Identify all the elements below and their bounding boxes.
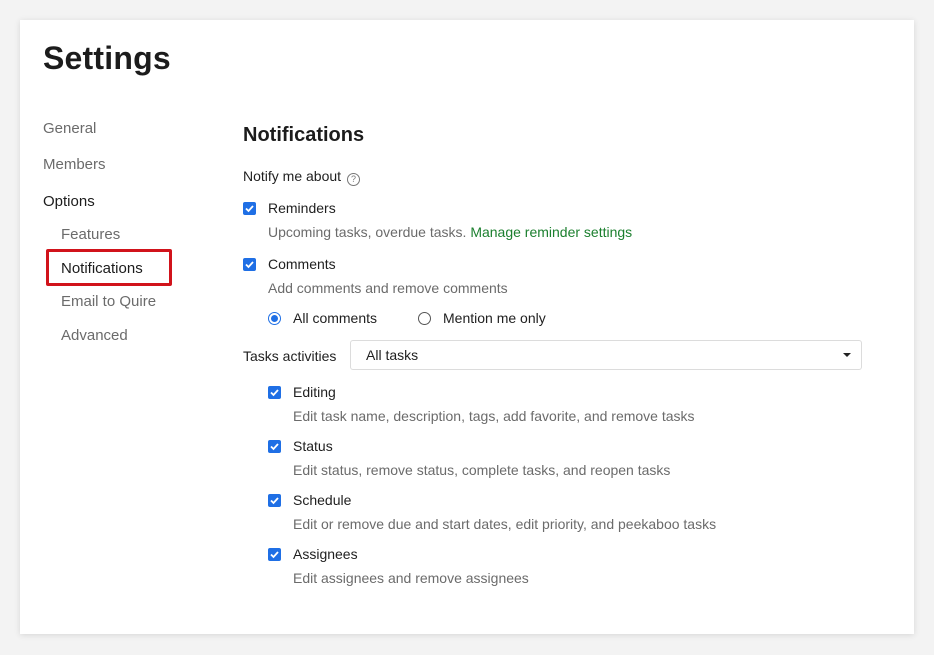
status-label[interactable]: Status xyxy=(293,438,333,454)
sidebar-item-notifications[interactable]: Notifications xyxy=(61,260,143,277)
schedule-label[interactable]: Schedule xyxy=(293,492,351,508)
settings-panel: Settings General Members Options Feature… xyxy=(20,20,914,634)
sidebar-item-email-to-quire[interactable]: Email to Quire xyxy=(61,293,156,310)
caret-down-icon xyxy=(843,353,851,357)
comments-checkbox[interactable] xyxy=(243,258,256,271)
sidebar-item-advanced[interactable]: Advanced xyxy=(61,327,128,344)
reminders-desc: Upcoming tasks, overdue tasks. Manage re… xyxy=(268,224,632,240)
checkmark-icon xyxy=(270,497,279,505)
comments-desc: Add comments and remove comments xyxy=(268,280,508,296)
reminders-checkbox[interactable] xyxy=(243,202,256,215)
status-desc: Edit status, remove status, complete tas… xyxy=(293,462,671,478)
editing-checkbox[interactable] xyxy=(268,386,281,399)
sidebar-item-features[interactable]: Features xyxy=(61,226,120,243)
checkmark-icon xyxy=(270,551,279,559)
reminders-label[interactable]: Reminders xyxy=(268,200,336,216)
select-value: All tasks xyxy=(366,347,419,363)
reminders-desc-text: Upcoming tasks, overdue tasks. xyxy=(268,224,471,240)
comments-label[interactable]: Comments xyxy=(268,256,336,272)
schedule-desc: Edit or remove due and start dates, edit… xyxy=(293,516,717,532)
tasks-activities-select[interactable]: All tasks xyxy=(350,340,862,370)
help-icon[interactable]: ? xyxy=(347,173,361,186)
page-title: Settings xyxy=(43,40,171,76)
sidebar-item-options[interactable]: Options xyxy=(43,193,95,210)
assignees-checkbox[interactable] xyxy=(268,548,281,561)
mention-me-only-label[interactable]: Mention me only xyxy=(443,310,546,326)
editing-label[interactable]: Editing xyxy=(293,384,336,400)
checkmark-icon xyxy=(245,205,254,213)
notify-label-text: Notify me about xyxy=(243,168,342,184)
notify-me-about-label: Notify me about? xyxy=(243,168,361,186)
editing-desc: Edit task name, description, tags, add f… xyxy=(293,408,695,424)
checkmark-icon xyxy=(245,261,254,269)
all-comments-label[interactable]: All comments xyxy=(293,310,377,326)
sidebar-item-members[interactable]: Members xyxy=(43,156,106,173)
schedule-checkbox[interactable] xyxy=(268,494,281,507)
tasks-activities-label: Tasks activities xyxy=(243,348,337,364)
assignees-desc: Edit assignees and remove assignees xyxy=(293,570,529,586)
all-comments-radio[interactable] xyxy=(268,312,281,325)
checkmark-icon xyxy=(270,443,279,451)
section-title: Notifications xyxy=(243,124,365,146)
manage-reminder-settings-link[interactable]: Manage reminder settings xyxy=(470,224,632,240)
mention-me-only-radio[interactable] xyxy=(418,312,431,325)
status-checkbox[interactable] xyxy=(268,440,281,453)
sidebar-item-general[interactable]: General xyxy=(43,120,96,137)
checkmark-icon xyxy=(270,389,279,397)
assignees-label[interactable]: Assignees xyxy=(293,546,358,562)
